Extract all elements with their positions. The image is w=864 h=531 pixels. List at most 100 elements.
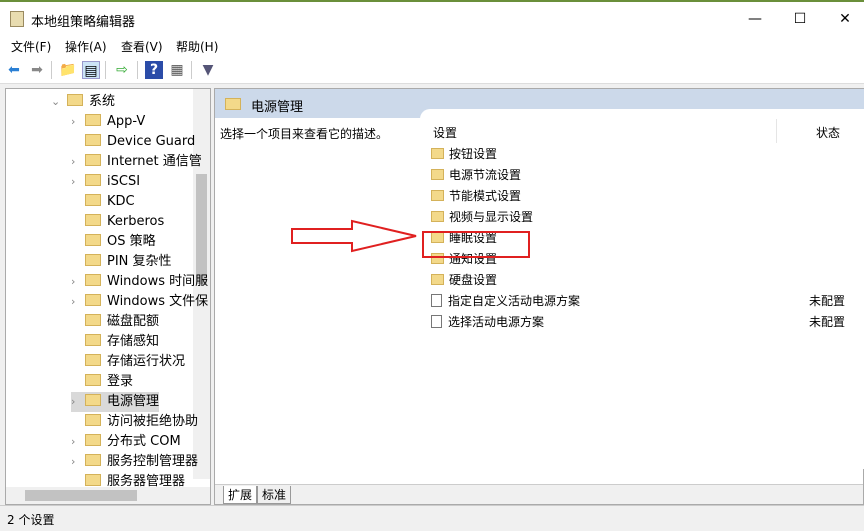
chevron-down-icon[interactable]: ⌄ — [51, 92, 63, 112]
properties-icon[interactable]: ▦ — [168, 61, 186, 79]
folder-icon — [85, 214, 101, 226]
window-title: 本地组策略编辑器 — [31, 15, 136, 30]
chevron-right-icon[interactable]: › — [71, 112, 83, 132]
tree-label: Kerberos — [107, 214, 165, 229]
chevron-right-icon[interactable]: › — [71, 452, 83, 472]
highlight-box — [422, 231, 530, 258]
tree-item[interactable]: 存储感知 — [71, 332, 159, 352]
list-item[interactable]: 视频与显示设置 — [431, 207, 851, 227]
minimize-button[interactable]: — — [735, 8, 775, 30]
tree-label: 系统 — [89, 94, 116, 109]
policy-icon — [431, 315, 442, 328]
folder-icon — [85, 294, 101, 306]
tree-label: Windows 时间服 — [107, 274, 209, 289]
tree-item[interactable]: Device Guard — [71, 132, 195, 152]
description-text: 选择一个项目来查看它的描述。 — [220, 127, 389, 141]
tab-standard[interactable]: 标准 — [257, 486, 292, 504]
list-item[interactable]: 指定自定义活动电源方案 未配置 — [431, 291, 851, 311]
tree-item[interactable]: 登录 — [71, 372, 133, 392]
close-button[interactable]: ✕ — [825, 8, 864, 30]
chevron-right-icon[interactable]: › — [71, 172, 83, 192]
menu-help[interactable]: 帮助(H) — [176, 38, 218, 55]
folder-icon — [85, 414, 101, 426]
folder-icon — [85, 114, 101, 126]
folder-icon — [431, 190, 444, 201]
tab-extended[interactable]: 扩展 — [223, 486, 258, 504]
tree-label: PIN 复杂性 — [107, 254, 172, 269]
tree-label: OS 策略 — [107, 234, 156, 249]
chevron-right-icon[interactable]: › — [71, 152, 83, 172]
folder-icon — [85, 314, 101, 326]
maximize-button[interactable]: ☐ — [780, 8, 820, 30]
tree-root[interactable]: ⌄ 系统 — [51, 92, 115, 112]
chevron-right-icon[interactable]: › — [71, 292, 83, 312]
menu-action[interactable]: 操作(A) — [65, 38, 107, 55]
tree-label: KDC — [107, 194, 135, 209]
folder-icon — [431, 148, 444, 159]
tree-item[interactable]: KDC — [71, 192, 135, 212]
item-label: 视频与显示设置 — [449, 210, 534, 224]
column-header-state[interactable]: 状态 — [816, 124, 840, 141]
up-folder-icon[interactable]: 📁 — [59, 61, 77, 79]
back-icon[interactable]: ⬅ — [5, 61, 23, 79]
tree-label: 服务控制管理器 — [107, 454, 199, 469]
menu-file[interactable]: 文件(F) — [11, 38, 51, 55]
folder-icon — [85, 374, 101, 386]
folder-icon — [85, 174, 101, 186]
show-hide-tree-icon[interactable]: ▤ — [82, 61, 100, 79]
list-item[interactable]: 电源节流设置 — [431, 165, 851, 185]
tree-item[interactable]: › 电源管理 — [71, 392, 160, 412]
menu-bar: 文件(F) 操作(A) 查看(V) 帮助(H) — [0, 35, 864, 57]
tree-item[interactable]: Kerberos — [71, 212, 164, 232]
tree-item[interactable]: › Windows 文件保 — [71, 292, 208, 312]
tree-item[interactable]: › App-V — [71, 112, 145, 132]
app-icon — [10, 11, 24, 27]
tree-label: 存储运行状况 — [107, 354, 186, 369]
tree-item[interactable]: 磁盘配额 — [71, 312, 159, 332]
tree-pane: ⌄ 系统 › App-V Device Guard › Internet 通信管 › iSC… — [5, 88, 211, 505]
tree-item[interactable]: 服务器管理器 — [71, 472, 185, 492]
tree-item[interactable]: › iSCSI — [71, 172, 140, 192]
tree-item[interactable]: PIN 复杂性 — [71, 252, 172, 272]
export-icon[interactable]: ⇨ — [113, 61, 131, 79]
tree-item[interactable]: › 服务控制管理器 — [71, 452, 198, 472]
folder-icon — [431, 211, 444, 222]
help-icon[interactable]: ? — [145, 61, 163, 79]
folder-icon — [85, 134, 101, 146]
tree-item[interactable]: › Windows 时间服 — [71, 272, 208, 292]
tree-item[interactable]: › 分布式 COM — [71, 432, 181, 452]
chevron-right-icon[interactable]: › — [71, 432, 83, 452]
menu-view[interactable]: 查看(V) — [121, 38, 163, 55]
item-label: 电源节流设置 — [449, 168, 522, 182]
item-label: 指定自定义活动电源方案 — [448, 294, 581, 308]
item-label: 硬盘设置 — [449, 273, 498, 287]
folder-icon — [85, 154, 101, 166]
tree-item[interactable]: OS 策略 — [71, 232, 156, 252]
tree-label: 访问被拒绝协助 — [107, 414, 199, 429]
red-arrow-annotation — [291, 219, 417, 253]
list-item[interactable]: 节能模式设置 — [431, 186, 851, 206]
detail-title: 电源管理 — [251, 100, 304, 115]
tree-label: 服务器管理器 — [107, 474, 186, 489]
detail-pane: 电源管理 选择一个项目来查看它的描述。 设置 状态 按钮设置电源节流设置节能模式… — [214, 88, 864, 505]
chevron-right-icon[interactable]: › — [71, 272, 83, 292]
list-item[interactable]: 按钮设置 — [431, 144, 851, 164]
chevron-right-icon[interactable]: › — [71, 392, 83, 412]
folder-icon — [431, 274, 444, 285]
tree-label: iSCSI — [107, 174, 141, 189]
toolbar: ⬅ ➡ 📁 ▤ ⇨ ? ▦ ▼ — [0, 57, 864, 84]
tree-item[interactable]: › Internet 通信管 — [71, 152, 202, 172]
folder-icon — [85, 334, 101, 346]
tree-label: 登录 — [107, 374, 134, 389]
tree-item[interactable]: 访问被拒绝协助 — [71, 412, 198, 432]
folder-icon — [85, 394, 101, 406]
tree-item[interactable]: 存储运行状况 — [71, 352, 185, 372]
list-item[interactable]: 硬盘设置 — [431, 270, 851, 290]
column-header-setting[interactable]: 设置 — [433, 124, 457, 141]
forward-icon[interactable]: ➡ — [28, 61, 46, 79]
item-label: 按钮设置 — [449, 147, 498, 161]
filter-icon[interactable]: ▼ — [199, 61, 217, 79]
folder-icon — [225, 98, 241, 110]
list-item[interactable]: 选择活动电源方案 未配置 — [431, 312, 851, 332]
folder-icon — [85, 454, 101, 466]
